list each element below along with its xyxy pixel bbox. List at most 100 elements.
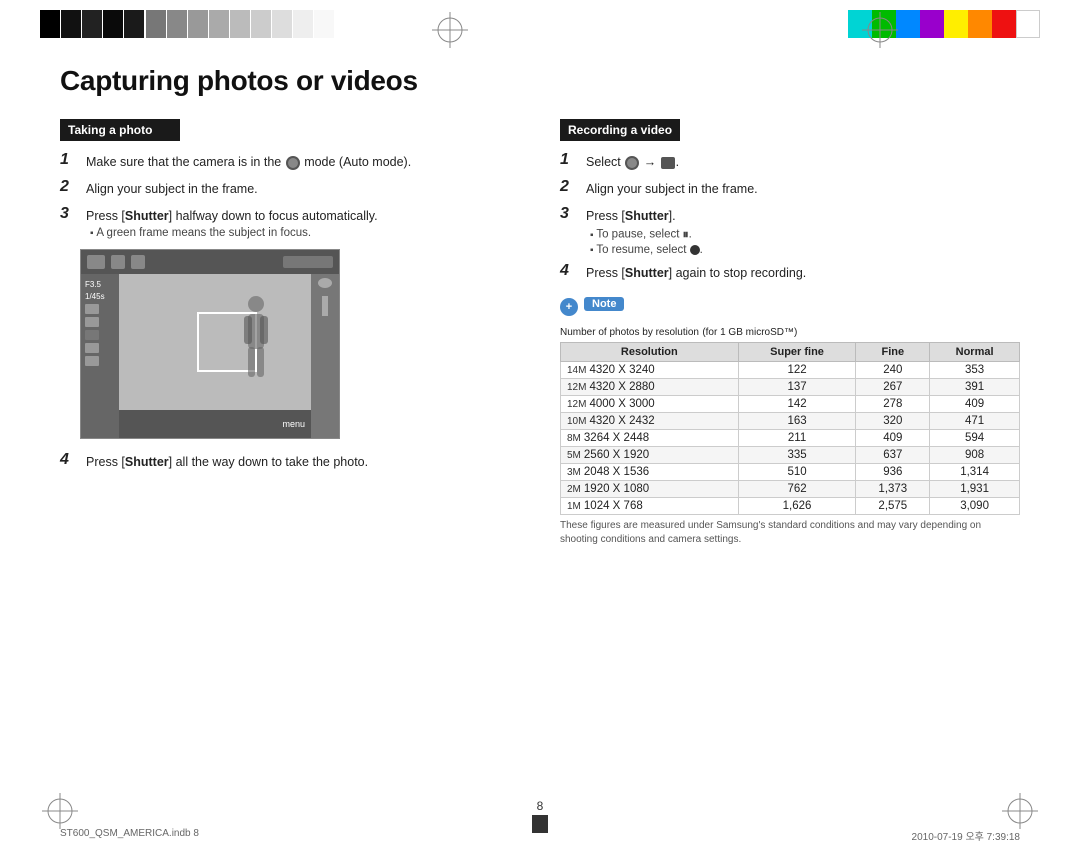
step-3: 3 Press [Shutter] halfway down to focus … <box>60 207 520 240</box>
col-header-superfine: Super fine <box>738 343 856 362</box>
step-text-2: Align your subject in the frame. <box>86 180 258 199</box>
left-column: Taking a photo 1 Make sure that the came… <box>60 119 520 547</box>
cell-resolution-8: 1M1024 X 768 <box>561 498 739 515</box>
step-text-1: Make sure that the camera is in the mode… <box>86 153 411 172</box>
cell-sf-4: 211 <box>738 430 856 447</box>
cell-normal-5: 908 <box>930 447 1020 464</box>
res-icon-7: 2M <box>567 484 581 495</box>
stop-icon <box>690 245 700 255</box>
rstep-num-3: 3 <box>560 205 580 223</box>
cell-sf-3: 163 <box>738 413 856 430</box>
cam-body <box>119 274 311 410</box>
rstep-text-2: Align your subject in the frame. <box>586 180 758 199</box>
page-content: Capturing photos or videos Taking a phot… <box>60 65 1020 791</box>
cell-fine-4: 409 <box>856 430 930 447</box>
res-icon-4: 8M <box>567 433 581 444</box>
cell-resolution-3: 10M4320 X 2432 <box>561 413 739 430</box>
table-row: 10M4320 X 2432 163 320 471 <box>561 413 1020 430</box>
res-icon-5: 5M <box>567 450 581 461</box>
step-3-sub: A green frame means the subject in focus… <box>86 227 378 239</box>
step-text-3: Press [Shutter] halfway down to focus au… <box>86 207 378 226</box>
cell-sf-7: 762 <box>738 481 856 498</box>
calibration-bar <box>0 0 1080 48</box>
cell-normal-6: 1,314 <box>930 464 1020 481</box>
table-row: 2M1920 X 1080 762 1,373 1,931 <box>561 481 1020 498</box>
cell-resolution-2: 12M4000 X 3000 <box>561 396 739 413</box>
col-header-fine: Fine <box>856 343 930 362</box>
res-icon-8: 1M <box>567 501 581 512</box>
taking-photo-steps: 1 Make sure that the camera is in the mo… <box>60 153 520 239</box>
recording-video-header: Recording a video <box>560 119 680 141</box>
step-num-2: 2 <box>60 178 80 196</box>
cam-icon-1 <box>87 255 105 269</box>
crosshair-top-right <box>860 10 900 50</box>
cell-normal-7: 1,931 <box>930 481 1020 498</box>
page-title: Capturing photos or videos <box>60 65 1020 97</box>
rstep-text-4: Press [Shutter] again to stop recording. <box>586 264 806 283</box>
col-header-normal: Normal <box>930 343 1020 362</box>
table-row: 12M4320 X 2880 137 267 391 <box>561 379 1020 396</box>
step-text-3-container: Press [Shutter] halfway down to focus au… <box>86 207 378 240</box>
step-1: 1 Make sure that the camera is in the mo… <box>60 153 520 172</box>
select-camera-icon <box>625 156 639 170</box>
table-title-main: Number of photos by resolution <box>560 327 699 338</box>
cam-top-bar <box>81 250 339 274</box>
step-num-1: 1 <box>60 151 80 169</box>
cell-fine-2: 278 <box>856 396 930 413</box>
black-gray-strip <box>40 10 334 38</box>
rstep-text-1: Select → . <box>586 153 679 172</box>
cam-left-icon-2 <box>85 317 99 327</box>
cell-fine-3: 320 <box>856 413 930 430</box>
cam-right-icon-1 <box>318 278 332 288</box>
cell-sf-6: 510 <box>738 464 856 481</box>
cam-top-indicator <box>283 256 333 268</box>
cell-fine-5: 637 <box>856 447 930 464</box>
res-icon-2: 12M <box>567 399 586 410</box>
cam-right-bar <box>311 274 339 438</box>
cam-menu-label: menu <box>282 419 305 429</box>
cell-resolution-5: 5M2560 X 1920 <box>561 447 739 464</box>
cam-subject <box>231 294 281 390</box>
pause-icon: ⏸ <box>683 227 689 242</box>
table-row: 5M2560 X 1920 335 637 908 <box>561 447 1020 464</box>
camera-mode-icon <box>286 156 300 170</box>
cell-fine-8: 2,575 <box>856 498 930 515</box>
step-4: 4 Press [Shutter] all the way down to ta… <box>60 453 520 472</box>
cell-normal-3: 471 <box>930 413 1020 430</box>
cell-sf-5: 335 <box>738 447 856 464</box>
footer: ST600_QSM_AMERICA.indb 8 2010-07-19 오후 7… <box>60 828 1020 843</box>
cell-fine-6: 936 <box>856 464 930 481</box>
cam-right-scroll <box>322 296 328 316</box>
select-video-icon <box>661 157 675 169</box>
right-column: Recording a video 1 Select → . 2 Align y… <box>560 119 1020 547</box>
table-row: 1M1024 X 768 1,626 2,575 3,090 <box>561 498 1020 515</box>
cell-fine-1: 267 <box>856 379 930 396</box>
rstep-text-3: Press [Shutter]. <box>586 207 703 226</box>
recording-steps: 1 Select → . 2 Align your subject in the… <box>560 153 1020 283</box>
footer-left: ST600_QSM_AMERICA.indb 8 <box>60 828 199 843</box>
resolution-table: Resolution Super fine Fine Normal 14M432… <box>560 342 1020 515</box>
page-number: 8 <box>537 799 544 813</box>
col-header-resolution: Resolution <box>561 343 739 362</box>
res-icon-6: 3M <box>567 467 581 478</box>
cell-resolution-4: 8M3264 X 2448 <box>561 430 739 447</box>
table-row: 8M3264 X 2448 211 409 594 <box>561 430 1020 447</box>
table-header-row: Resolution Super fine Fine Normal <box>561 343 1020 362</box>
cell-normal-0: 353 <box>930 362 1020 379</box>
step-num-3: 3 <box>60 205 80 223</box>
crosshair-bottom-right <box>1000 791 1040 831</box>
note-label: Note <box>584 297 624 311</box>
cam-left-icon-4 <box>85 343 99 353</box>
table-row: 3M2048 X 1536 510 936 1,314 <box>561 464 1020 481</box>
cell-sf-1: 137 <box>738 379 856 396</box>
cam-left-icon-3 <box>85 330 99 340</box>
rstep-num-2: 2 <box>560 178 580 196</box>
cam-bottom-bar: menu <box>119 410 311 438</box>
cell-fine-7: 1,373 <box>856 481 930 498</box>
rstep-2: 2 Align your subject in the frame. <box>560 180 1020 199</box>
person-silhouette-icon <box>236 292 276 392</box>
table-row: 12M4000 X 3000 142 278 409 <box>561 396 1020 413</box>
rstep-3: 3 Press [Shutter]. To pause, select ⏸. T… <box>560 207 1020 257</box>
res-icon-1: 12M <box>567 382 586 393</box>
rstep-num-1: 1 <box>560 151 580 169</box>
